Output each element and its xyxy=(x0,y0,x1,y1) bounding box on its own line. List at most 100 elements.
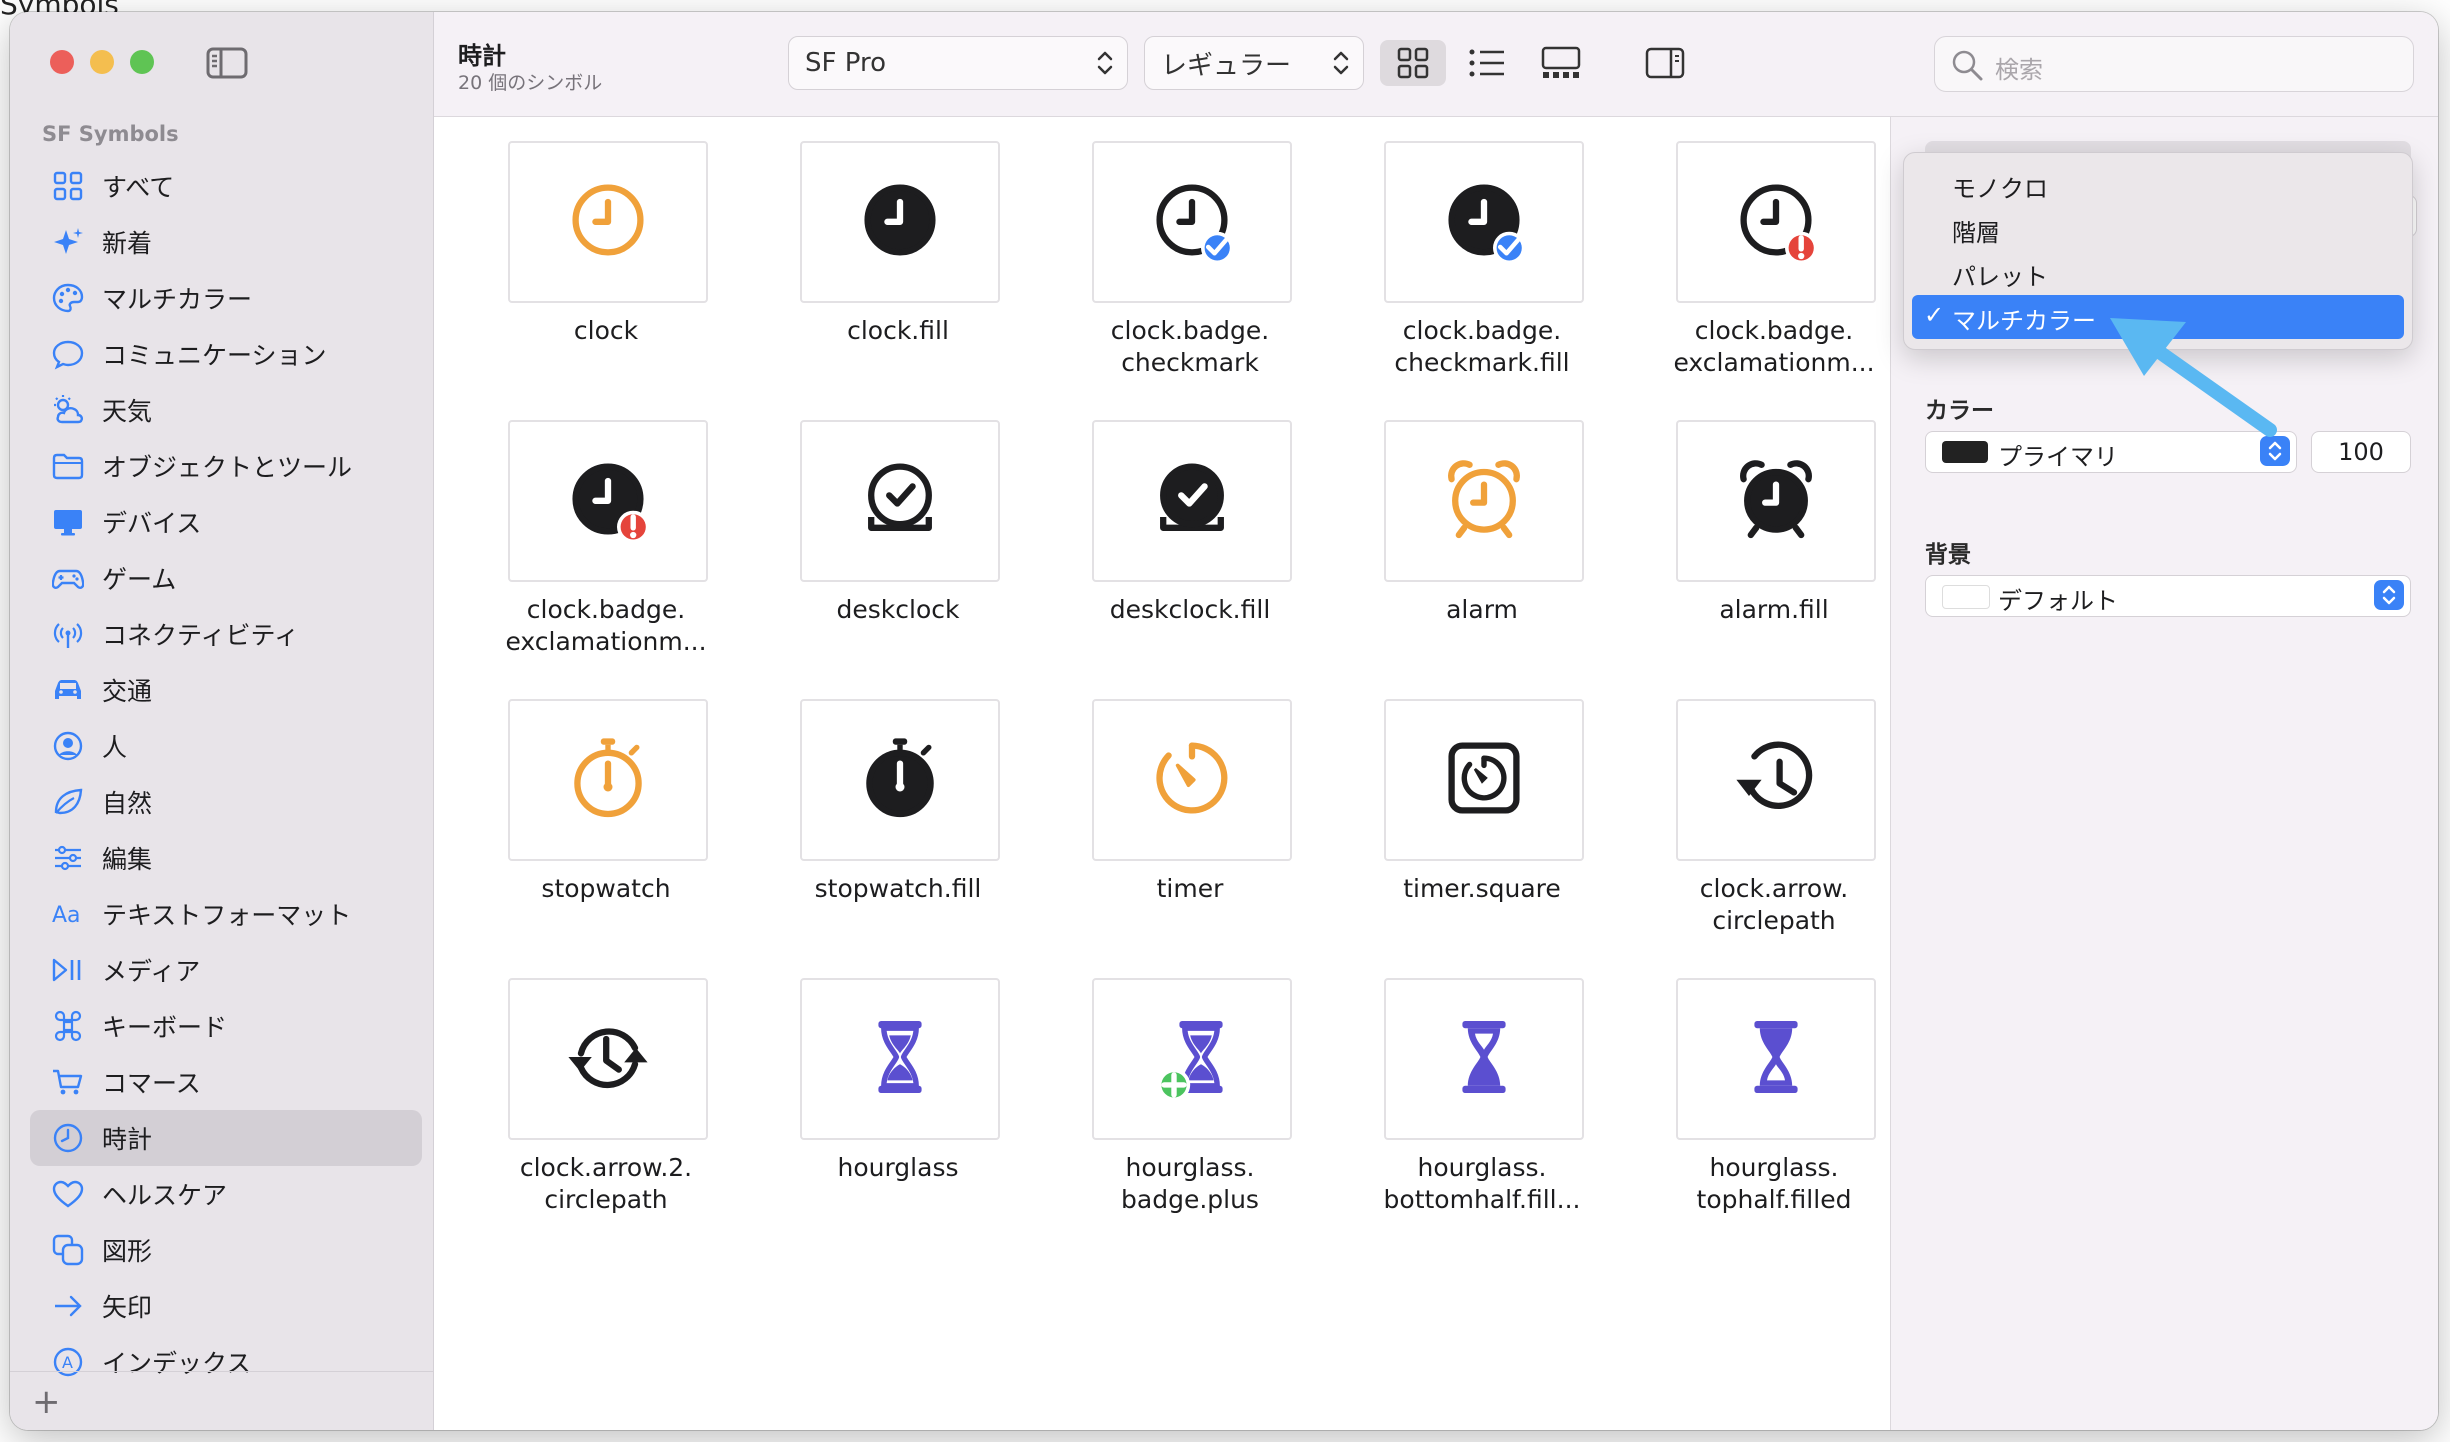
sidebar-item-grid[interactable]: すべて xyxy=(30,158,422,214)
svg-text:A: A xyxy=(62,1353,73,1372)
symbol-cell[interactable]: hourglass. tophalf.filled xyxy=(1628,954,1890,1224)
symbol-name: clock.arrow. circlepath xyxy=(1699,874,1849,935)
symbol-tile[interactable] xyxy=(800,978,1000,1140)
sidebar-item-car[interactable]: 交通 xyxy=(30,662,422,718)
sidebar-item-sliders[interactable]: 編集 xyxy=(30,830,422,886)
clock-icon xyxy=(48,1118,88,1158)
sidebar-item-gamecontroller[interactable]: ゲーム xyxy=(30,550,422,606)
symbol-cell[interactable]: clock.badge. exclamationm... xyxy=(1628,117,1890,387)
symbol-cell[interactable]: alarm.fill xyxy=(1628,396,1890,666)
symbol-tile[interactable] xyxy=(508,978,708,1140)
symbol-cell[interactable]: hourglass xyxy=(752,954,1044,1224)
zoom-window-button[interactable] xyxy=(130,50,154,74)
sidebar-item-leaf[interactable]: 自然 xyxy=(30,774,422,830)
sidebar-item-person-circle[interactable]: 人 xyxy=(30,718,422,774)
cart-icon xyxy=(48,1062,88,1102)
symbol-name: clock.badge. checkmark.fill xyxy=(1394,316,1570,377)
symbol-name: clock xyxy=(573,316,639,345)
symbol-cell[interactable]: deskclock.fill xyxy=(1044,396,1336,666)
antenna-icon xyxy=(48,614,88,654)
sidebar-item-folder[interactable]: オブジェクトとツール xyxy=(30,438,422,494)
sidebar-item-label: 編集 xyxy=(102,845,153,874)
symbol-cell[interactable]: clock.arrow.2. circlepath xyxy=(460,954,752,1224)
symbol-tile[interactable] xyxy=(508,420,708,582)
sidebar-item-label: 図形 xyxy=(102,1237,153,1266)
add-collection-button[interactable]: + xyxy=(32,1382,61,1422)
symbol-grid: clock clock.fill clock.badge. checkmark … xyxy=(434,117,1890,1430)
symbol-tile[interactable] xyxy=(1676,978,1876,1140)
symbol-cell[interactable]: alarm xyxy=(1336,396,1628,666)
sidebar-item-shapes[interactable]: 図形 xyxy=(30,1222,422,1278)
symbol-cell[interactable]: deskclock xyxy=(752,396,1044,666)
symbol-cell[interactable]: timer xyxy=(1044,675,1336,945)
symbol-tile[interactable] xyxy=(800,141,1000,303)
sidebar-item-sparkles[interactable]: 新着 xyxy=(30,214,422,270)
symbol-cell[interactable]: clock.badge. checkmark xyxy=(1044,117,1336,387)
symbol-cell[interactable]: stopwatch xyxy=(460,675,752,945)
symbol-tile[interactable] xyxy=(1676,420,1876,582)
symbol-cell[interactable]: hourglass. badge.plus xyxy=(1044,954,1336,1224)
symbol-tile[interactable] xyxy=(1676,699,1876,861)
symbol-tile[interactable] xyxy=(508,699,708,861)
symbol-cell[interactable]: clock.fill xyxy=(752,117,1044,387)
close-window-button[interactable] xyxy=(50,50,74,74)
symbol-tile[interactable] xyxy=(1384,141,1584,303)
symbol-name: alarm.fill xyxy=(1719,595,1829,624)
symbol-cell[interactable]: clock.arrow. circlepath xyxy=(1628,675,1890,945)
symbol-cell[interactable]: clock.badge. checkmark.fill xyxy=(1336,117,1628,387)
symbol-tile[interactable] xyxy=(508,141,708,303)
sidebar-item-paintpalette[interactable]: マルチカラー xyxy=(30,270,422,326)
inspector-toggle-button[interactable] xyxy=(1640,40,1690,86)
symbol-tile[interactable] xyxy=(1384,978,1584,1140)
sidebar-item-command[interactable]: キーボード xyxy=(30,998,422,1054)
gallery-view-button[interactable] xyxy=(1536,40,1586,86)
sidebar-item-cloud-sun[interactable]: 天気 xyxy=(30,382,422,438)
hourglass-plus-icon xyxy=(1147,1012,1237,1106)
symbol-cell[interactable]: clock xyxy=(460,117,752,387)
symbol-tile[interactable] xyxy=(1676,141,1876,303)
sidebar-item-textformat[interactable]: Aa テキストフォーマット xyxy=(30,886,422,942)
symbol-tile[interactable] xyxy=(800,420,1000,582)
symbol-tile[interactable] xyxy=(1092,699,1292,861)
grid-view-button[interactable] xyxy=(1380,40,1446,86)
sidebar-item-cart[interactable]: コマース xyxy=(30,1054,422,1110)
sidebar-item-message[interactable]: コミュニケーション xyxy=(30,326,422,382)
clock-check-icon xyxy=(1147,175,1237,269)
symbol-tile[interactable] xyxy=(1384,699,1584,861)
menu-item-palette[interactable]: パレット xyxy=(1912,251,2404,295)
font-popup-value: SF Pro xyxy=(805,48,886,78)
symbol-tile[interactable] xyxy=(1092,420,1292,582)
symbol-cell[interactable]: hourglass. bottomhalf.fill... xyxy=(1336,954,1628,1224)
sidebar-toggle-button[interactable] xyxy=(206,46,248,80)
sidebar-item-heart[interactable]: ヘルスケア xyxy=(30,1166,422,1222)
symbol-cell[interactable]: stopwatch.fill xyxy=(752,675,1044,945)
background-popup[interactable]: デフォルト xyxy=(1925,575,2411,617)
symbol-tile[interactable] xyxy=(1092,141,1292,303)
minimize-window-button[interactable] xyxy=(90,50,114,74)
sidebar-item-playpause[interactable]: メディア xyxy=(30,942,422,998)
symbol-tile[interactable] xyxy=(800,699,1000,861)
sidebar-item-antenna[interactable]: コネクティビティ xyxy=(30,606,422,662)
list-view-button[interactable] xyxy=(1462,40,1512,86)
symbol-tile[interactable] xyxy=(1384,420,1584,582)
clock-icon xyxy=(855,175,945,269)
symbol-name: stopwatch.fill xyxy=(814,874,982,903)
font-popup[interactable]: SF Pro xyxy=(788,36,1128,90)
sidebar-right-icon xyxy=(1645,47,1685,79)
search-field[interactable]: 検索 xyxy=(1934,36,2414,92)
symbol-name: timer.square xyxy=(1403,874,1561,903)
symbol-tile[interactable] xyxy=(1092,978,1292,1140)
menu-item-monochrome[interactable]: モノクロ xyxy=(1912,163,2404,207)
hourglass-icon xyxy=(855,1012,945,1106)
symbol-name: hourglass. bottomhalf.fill... xyxy=(1383,1153,1581,1214)
menu-item-hierarchical[interactable]: 階層 xyxy=(1912,207,2404,251)
weight-popup[interactable]: レギュラー xyxy=(1144,36,1364,90)
sidebar-item-label: 新着 xyxy=(102,229,153,258)
symbol-cell[interactable]: timer.square xyxy=(1336,675,1628,945)
sidebar-item-clock[interactable]: 時計 xyxy=(30,1110,422,1166)
sidebar-item-arrow-right[interactable]: 矢印 xyxy=(30,1278,422,1334)
desktop-icon xyxy=(48,502,88,542)
sidebar-item-desktop[interactable]: デバイス xyxy=(30,494,422,550)
symbol-cell[interactable]: clock.badge. exclamationm... xyxy=(460,396,752,666)
opacity-field[interactable]: 100 xyxy=(2311,431,2411,473)
